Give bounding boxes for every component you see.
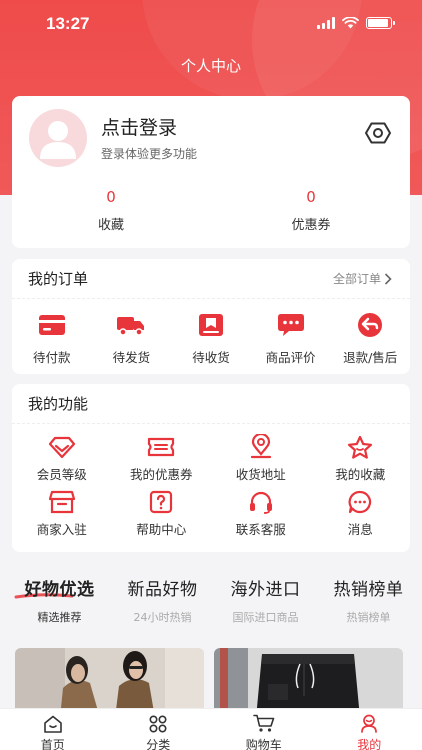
login-button[interactable]: 点击登录 [101,113,177,140]
feed-tab-title: 热销榜单 [333,580,404,600]
star-icon [348,435,373,459]
feed-tab-subtitle: 热销榜单 [346,611,391,624]
user-card: 点击登录 登录体验更多功能 0 收藏 0 优惠券 [12,96,410,248]
order-pending-receipt[interactable]: 待收货 [172,311,250,366]
grid-icon [149,714,167,733]
status-bar: 13:27 [0,0,422,48]
feed-tab-bestsellers[interactable]: 热销榜单 热销榜单 [317,575,420,625]
func-label: 消息 [347,522,373,537]
return-icon [358,313,383,337]
func-label: 我的收藏 [335,467,386,482]
tabbar-cart[interactable]: 购物车 [211,709,317,750]
order-label: 待付款 [33,350,71,365]
func-label: 我的优惠券 [129,467,193,482]
func-member-level[interactable]: 会员等级 [12,434,112,483]
order-label: 待收货 [192,350,230,365]
feed-tab-title: 海外进口 [230,580,301,600]
func-messages[interactable]: 消息 [311,489,411,538]
functions-header: 我的功能 [12,384,410,424]
order-reviews[interactable]: 商品评价 [252,311,330,366]
diamond-icon [48,436,75,459]
functions-card: 我的功能 会员等级 我的优惠券 收货地址 我的收藏 商家入驻 帮助中心 联系客服… [12,384,410,552]
order-label: 商品评价 [265,350,316,365]
page-title: 个人中心 [180,57,241,75]
func-label: 帮助中心 [136,522,187,537]
func-label: 商家入驻 [36,522,87,537]
battery-icon [366,17,395,29]
func-merchant-join[interactable]: 商家入驻 [12,489,112,538]
feed-tab-title: 好物优选 [24,580,95,600]
func-shipping-address[interactable]: 收货地址 [211,434,311,483]
wifi-icon [342,17,359,29]
feed-tab-subtitle: 精选推荐 [37,611,82,624]
location-icon [250,434,271,459]
headset-icon [249,491,272,514]
order-label: 退款/售后 [343,350,398,365]
feed-tab-title: 新品好物 [127,580,198,600]
avatar[interactable] [29,109,87,167]
orders-header: 我的订单 全部订单 [12,259,410,299]
avatar-placeholder-icon [40,121,76,159]
tabbar-label: 分类 [146,738,171,750]
battery-fill [368,19,388,27]
order-refunds[interactable]: 退款/售后 [331,311,409,366]
order-pending-shipment[interactable]: 待发货 [92,311,170,366]
message-icon [348,490,372,514]
chevron-right-icon [384,272,392,285]
status-icons [317,17,395,29]
help-icon [150,490,173,514]
all-orders-link[interactable]: 全部订单 [333,270,392,287]
login-subtitle: 登录体验更多功能 [101,147,198,161]
tabbar-home[interactable]: 首页 [0,709,106,750]
profile-icon [361,714,378,733]
truck-icon [117,317,145,336]
feed-tab-featured[interactable]: 好物优选 精选推荐 [8,575,111,625]
orders-card: 我的订单 全部订单 待付款 待发货 待收货 商品评价 退款/售后 [12,259,410,374]
ticket-icon [148,437,175,457]
func-label: 收货地址 [235,467,286,482]
store-icon [48,490,75,514]
functions-grid: 会员等级 我的优惠券 收货地址 我的收藏 商家入驻 帮助中心 联系客服 消息 [12,424,410,538]
func-customer-service[interactable]: 联系客服 [211,489,311,538]
tabbar-label: 购物车 [245,738,282,750]
func-label: 会员等级 [36,467,87,482]
tabbar-category[interactable]: 分类 [106,709,212,750]
stat-coupons[interactable]: 0 优惠券 [261,188,361,233]
signal-icon [317,17,335,29]
package-icon [198,314,223,336]
tabbar-profile[interactable]: 我的 [317,709,422,750]
stat-favorites-label: 收藏 [97,218,124,233]
orders-title: 我的订单 [28,270,89,288]
all-orders-label: 全部订单 [332,272,381,286]
order-label: 待发货 [112,350,151,365]
func-help-center[interactable]: 帮助中心 [112,489,212,538]
status-time: 13:27 [46,14,90,33]
order-pending-payment[interactable]: 待付款 [13,311,91,366]
feed-tab-new[interactable]: 新品好物 24小时热销 [111,575,214,625]
stat-coupons-value: 0 [306,188,316,206]
tabbar-label: 首页 [40,738,65,750]
stat-coupons-label: 优惠券 [291,218,331,233]
cart-icon [252,714,275,732]
func-label: 联系客服 [235,522,286,537]
func-my-coupons[interactable]: 我的优惠券 [112,434,212,483]
settings-icon[interactable] [364,121,392,145]
functions-title: 我的功能 [28,395,89,413]
card-icon [38,315,65,335]
feed-tab-subtitle: 国际进口商品 [232,611,299,624]
orders-row: 待付款 待发货 待收货 商品评价 退款/售后 [12,299,410,366]
stat-favorites[interactable]: 0 收藏 [61,188,161,233]
feed-tabs: 好物优选 精选推荐 新品好物 24小时热销 海外进口 国际进口商品 热销榜单 热… [8,575,422,625]
comment-icon [277,314,304,336]
tabbar-label: 我的 [357,738,382,750]
bottom-tab-bar: 首页 分类 购物车 我的 [0,708,422,750]
feed-tab-overseas[interactable]: 海外进口 国际进口商品 [214,575,317,625]
feed-tab-subtitle: 24小时热销 [133,611,192,624]
stat-favorites-value: 0 [106,188,116,206]
func-my-favorites[interactable]: 我的收藏 [311,434,411,483]
home-icon [43,715,62,733]
